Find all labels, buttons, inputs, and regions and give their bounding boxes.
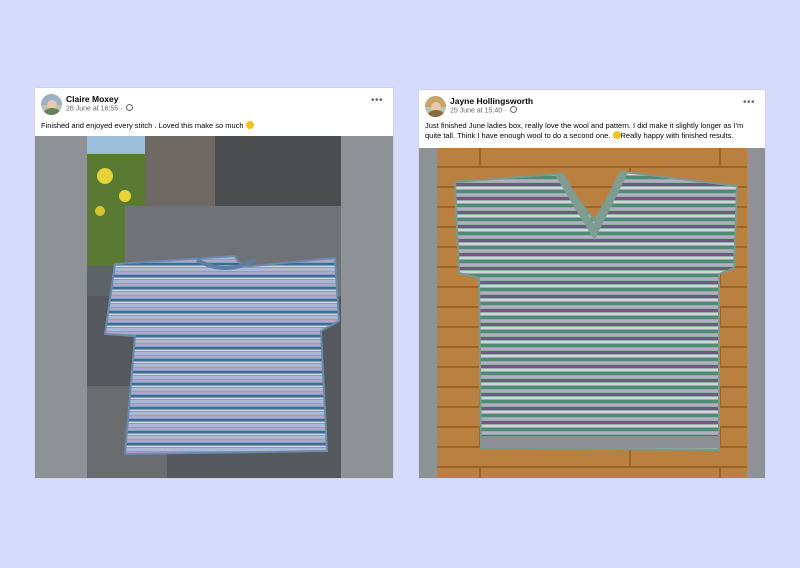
- timestamp-text[interactable]: 25 June at 15:40: [450, 107, 502, 114]
- post-card-jayne: Jayne Hollingsworth 25 June at 15:40 · •…: [419, 90, 765, 478]
- photo-knitted-top-blue: [35, 136, 393, 478]
- post-card-claire: Claire Moxey 26 June at 16:55 · ••• Fini…: [35, 88, 393, 478]
- globe-icon: [126, 104, 134, 111]
- post-timestamp[interactable]: 26 June at 16:55 ·: [66, 104, 134, 112]
- smile-emoji-icon: [245, 121, 254, 130]
- more-options-icon[interactable]: •••: [743, 97, 755, 108]
- post-header: Jayne Hollingsworth 25 June at 15:40 · •…: [419, 90, 765, 120]
- smile-emoji-icon: [612, 131, 621, 140]
- post-message-end: Really happy with finished results.: [620, 131, 734, 140]
- photo-knitted-top-green: [419, 148, 765, 478]
- post-message: Just finished June ladies box, really lo…: [425, 121, 759, 141]
- author-avatar[interactable]: [425, 96, 446, 117]
- post-message-text: Finished and enjoyed every stitch . Love…: [41, 121, 244, 130]
- more-options-icon[interactable]: •••: [371, 95, 383, 106]
- globe-icon: [510, 106, 518, 113]
- post-message: Finished and enjoyed every stitch . Love…: [41, 121, 381, 131]
- timestamp-text[interactable]: 26 June at 16:55: [66, 105, 118, 112]
- post-photo[interactable]: [35, 136, 393, 478]
- post-photo[interactable]: [419, 148, 765, 478]
- author-name[interactable]: Claire Moxey: [66, 94, 118, 104]
- author-name[interactable]: Jayne Hollingsworth: [450, 96, 533, 106]
- post-timestamp[interactable]: 25 June at 15:40 ·: [450, 106, 518, 114]
- author-avatar[interactable]: [41, 94, 62, 115]
- post-header: Claire Moxey 26 June at 16:55 · •••: [35, 88, 393, 118]
